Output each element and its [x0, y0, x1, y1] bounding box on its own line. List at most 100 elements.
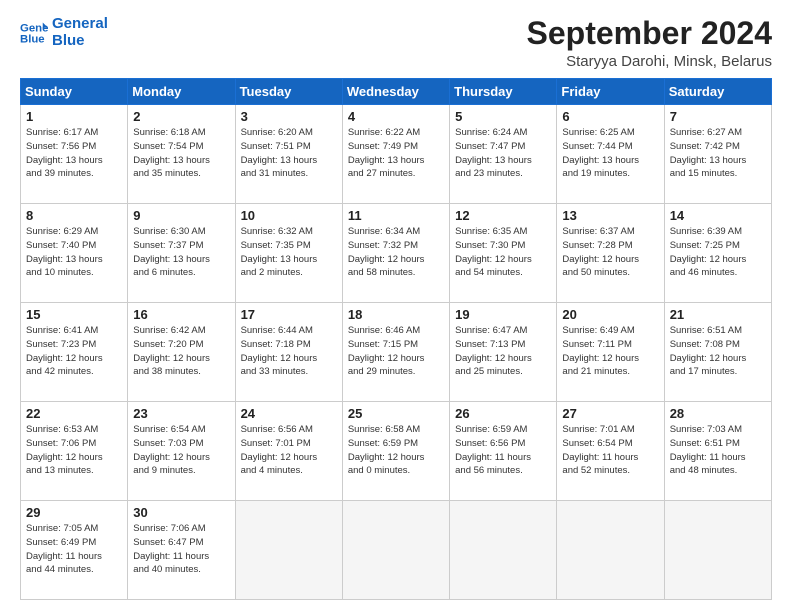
cell-text: Sunrise: 7:03 AM Sunset: 6:51 PM Dayligh…: [670, 423, 766, 478]
calendar-cell: 14Sunrise: 6:39 AM Sunset: 7:25 PM Dayli…: [664, 204, 771, 303]
calendar-cell: 12 Sunrise: 6:35 AM Sunset: 7:30 PM Dayli…: [450, 204, 557, 303]
cell-text: Sunrise: 6:25 AM Sunset: 7:44 PM Dayligh…: [562, 126, 658, 181]
calendar-cell: 29 Sunrise: 7:05 AM Sunset: 6:49 PM Dayli…: [21, 501, 128, 600]
day-number: 12: [455, 208, 551, 223]
cell-text: Sunrise: 7:01 AM Sunset: 6:54 PM Dayligh…: [562, 423, 658, 478]
calendar-cell: 4 Sunrise: 6:22 AM Sunset: 7:49 PM Daylig…: [342, 105, 449, 204]
cell-text: Sunrise: 6:24 AM Sunset: 7:47 PM Dayligh…: [455, 126, 551, 181]
calendar-cell: 23Sunrise: 6:54 AM Sunset: 7:03 PM Dayli…: [128, 402, 235, 501]
weekday-header-friday: Friday: [557, 79, 664, 105]
calendar-cell: 6 Sunrise: 6:25 AM Sunset: 7:44 PM Daylig…: [557, 105, 664, 204]
subtitle: Staryya Darohi, Minsk, Belarus: [527, 53, 772, 70]
header: General Blue General Blue September 2024…: [20, 16, 772, 70]
calendar-cell: 11 Sunrise: 6:34 AM Sunset: 7:32 PM Dayli…: [342, 204, 449, 303]
calendar-cell: 24 Sunrise: 6:56 AM Sunset: 7:01 PM Dayli…: [235, 402, 342, 501]
calendar-cell: 7 Sunrise: 6:27 AM Sunset: 7:42 PM Daylig…: [664, 105, 771, 204]
weekday-header-wednesday: Wednesday: [342, 79, 449, 105]
cell-text: Sunrise: 6:47 AM Sunset: 7:13 PM Dayligh…: [455, 324, 551, 379]
weekday-header-thursday: Thursday: [450, 79, 557, 105]
calendar-cell: [235, 501, 342, 600]
logo-icon: General Blue: [20, 19, 48, 47]
day-number: 17: [241, 307, 337, 322]
logo: General Blue General Blue: [20, 16, 108, 49]
calendar-cell: 9 Sunrise: 6:30 AM Sunset: 7:37 PM Daylig…: [128, 204, 235, 303]
cell-text: Sunrise: 6:44 AM Sunset: 7:18 PM Dayligh…: [241, 324, 337, 379]
day-number: 22: [26, 406, 122, 421]
day-number: 11: [348, 208, 444, 223]
calendar-cell: 28 Sunrise: 7:03 AM Sunset: 6:51 PM Dayli…: [664, 402, 771, 501]
calendar-cell: 22 Sunrise: 6:53 AM Sunset: 7:06 PM Dayli…: [21, 402, 128, 501]
logo-line2: Blue: [52, 33, 108, 50]
cell-text: Sunrise: 6:32 AM Sunset: 7:35 PM Dayligh…: [241, 225, 337, 280]
calendar-cell: 21 Sunrise: 6:51 AM Sunset: 7:08 PM Dayli…: [664, 303, 771, 402]
cell-text: Sunrise: 6:54 AM Sunset: 7:03 PM Dayligh…: [133, 423, 229, 478]
title-block: September 2024 Staryya Darohi, Minsk, Be…: [527, 16, 772, 70]
page: General Blue General Blue September 2024…: [0, 0, 792, 612]
day-number: 18: [348, 307, 444, 322]
weekday-header-tuesday: Tuesday: [235, 79, 342, 105]
calendar-cell: 25Sunrise: 6:58 AM Sunset: 6:59 PM Dayli…: [342, 402, 449, 501]
weekday-header-saturday: Saturday: [664, 79, 771, 105]
day-number: 7: [670, 109, 766, 124]
calendar-cell: 26 Sunrise: 6:59 AM Sunset: 6:56 PM Dayli…: [450, 402, 557, 501]
cell-text: Sunrise: 6:49 AM Sunset: 7:11 PM Dayligh…: [562, 324, 658, 379]
cell-text: Sunrise: 6:35 AM Sunset: 7:30 PM Dayligh…: [455, 225, 551, 280]
cell-text: Sunrise: 7:05 AM Sunset: 6:49 PM Dayligh…: [26, 522, 122, 577]
calendar-row-3: 22 Sunrise: 6:53 AM Sunset: 7:06 PM Dayli…: [21, 402, 772, 501]
calendar-cell: [342, 501, 449, 600]
day-number: 28: [670, 406, 766, 421]
calendar-cell: 30Sunrise: 7:06 AM Sunset: 6:47 PM Dayli…: [128, 501, 235, 600]
weekday-header-monday: Monday: [128, 79, 235, 105]
calendar-cell: 1Sunrise: 6:17 AM Sunset: 7:56 PM Daylig…: [21, 105, 128, 204]
cell-text: Sunrise: 6:27 AM Sunset: 7:42 PM Dayligh…: [670, 126, 766, 181]
day-number: 19: [455, 307, 551, 322]
weekday-header-sunday: Sunday: [21, 79, 128, 105]
cell-text: Sunrise: 6:51 AM Sunset: 7:08 PM Dayligh…: [670, 324, 766, 379]
cell-text: Sunrise: 6:59 AM Sunset: 6:56 PM Dayligh…: [455, 423, 551, 478]
calendar-row-4: 29 Sunrise: 7:05 AM Sunset: 6:49 PM Dayli…: [21, 501, 772, 600]
day-number: 10: [241, 208, 337, 223]
calendar-cell: 17 Sunrise: 6:44 AM Sunset: 7:18 PM Dayli…: [235, 303, 342, 402]
day-number: 30: [133, 505, 229, 520]
cell-text: Sunrise: 6:58 AM Sunset: 6:59 PM Dayligh…: [348, 423, 444, 478]
calendar-row-2: 15 Sunrise: 6:41 AM Sunset: 7:23 PM Dayli…: [21, 303, 772, 402]
calendar-cell: 5 Sunrise: 6:24 AM Sunset: 7:47 PM Daylig…: [450, 105, 557, 204]
svg-text:Blue: Blue: [20, 33, 45, 45]
calendar-cell: 10 Sunrise: 6:32 AM Sunset: 7:35 PM Dayli…: [235, 204, 342, 303]
day-number: 26: [455, 406, 551, 421]
calendar-cell: 2Sunrise: 6:18 AM Sunset: 7:54 PM Daylig…: [128, 105, 235, 204]
day-number: 21: [670, 307, 766, 322]
calendar-cell: [557, 501, 664, 600]
cell-text: Sunrise: 6:53 AM Sunset: 7:06 PM Dayligh…: [26, 423, 122, 478]
calendar-table: SundayMondayTuesdayWednesdayThursdayFrid…: [20, 78, 772, 600]
day-number: 4: [348, 109, 444, 124]
cell-text: Sunrise: 6:41 AM Sunset: 7:23 PM Dayligh…: [26, 324, 122, 379]
calendar-cell: 20Sunrise: 6:49 AM Sunset: 7:11 PM Dayli…: [557, 303, 664, 402]
cell-text: Sunrise: 6:34 AM Sunset: 7:32 PM Dayligh…: [348, 225, 444, 280]
day-number: 13: [562, 208, 658, 223]
cell-text: Sunrise: 6:29 AM Sunset: 7:40 PM Dayligh…: [26, 225, 122, 280]
day-number: 29: [26, 505, 122, 520]
cell-text: Sunrise: 6:30 AM Sunset: 7:37 PM Dayligh…: [133, 225, 229, 280]
day-number: 5: [455, 109, 551, 124]
day-number: 8: [26, 208, 122, 223]
cell-text: Sunrise: 6:22 AM Sunset: 7:49 PM Dayligh…: [348, 126, 444, 181]
day-number: 24: [241, 406, 337, 421]
cell-text: Sunrise: 6:56 AM Sunset: 7:01 PM Dayligh…: [241, 423, 337, 478]
day-number: 15: [26, 307, 122, 322]
day-number: 27: [562, 406, 658, 421]
day-number: 6: [562, 109, 658, 124]
main-title: September 2024: [527, 16, 772, 51]
cell-text: Sunrise: 6:17 AM Sunset: 7:56 PM Dayligh…: [26, 126, 122, 181]
calendar-row-1: 8 Sunrise: 6:29 AM Sunset: 7:40 PM Daylig…: [21, 204, 772, 303]
calendar-cell: 13 Sunrise: 6:37 AM Sunset: 7:28 PM Dayli…: [557, 204, 664, 303]
day-number: 16: [133, 307, 229, 322]
cell-text: Sunrise: 6:46 AM Sunset: 7:15 PM Dayligh…: [348, 324, 444, 379]
cell-text: Sunrise: 6:20 AM Sunset: 7:51 PM Dayligh…: [241, 126, 337, 181]
cell-text: Sunrise: 6:37 AM Sunset: 7:28 PM Dayligh…: [562, 225, 658, 280]
calendar-cell: 18 Sunrise: 6:46 AM Sunset: 7:15 PM Dayli…: [342, 303, 449, 402]
cell-text: Sunrise: 6:39 AM Sunset: 7:25 PM Dayligh…: [670, 225, 766, 280]
day-number: 9: [133, 208, 229, 223]
calendar-row-0: 1Sunrise: 6:17 AM Sunset: 7:56 PM Daylig…: [21, 105, 772, 204]
logo-line1: General: [52, 16, 108, 33]
